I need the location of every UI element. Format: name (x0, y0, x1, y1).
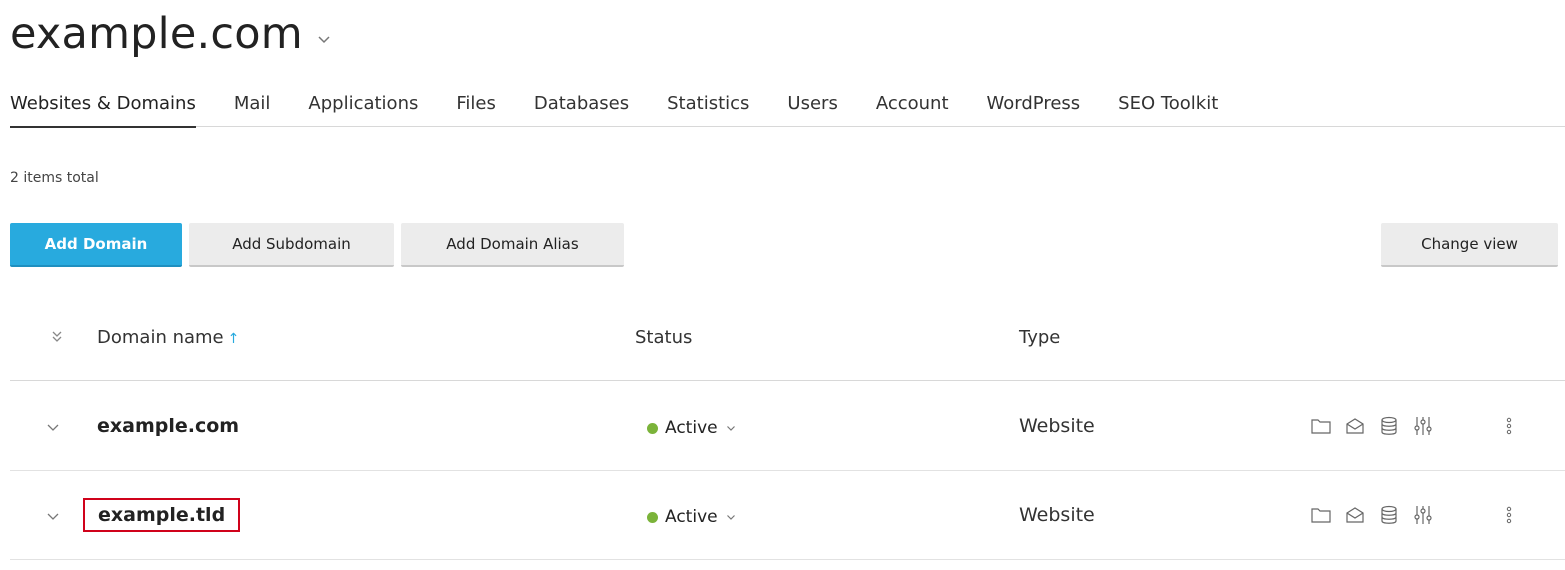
database-icon[interactable] (1378, 415, 1400, 437)
database-icon[interactable] (1378, 504, 1400, 526)
row-actions (1310, 415, 1446, 437)
table-row: example.com Active Website (10, 382, 1565, 471)
tab-account[interactable]: Account (876, 86, 949, 127)
more-vertical-icon[interactable] (1503, 415, 1515, 437)
status-dropdown[interactable]: Active (647, 418, 736, 438)
tab-wordpress[interactable]: WordPress (987, 86, 1081, 127)
table-header: Domain name ↑ Status Type (10, 305, 1565, 381)
mail-icon[interactable] (1344, 504, 1366, 526)
column-header-domain-label: Domain name (97, 327, 224, 348)
tab-users[interactable]: Users (787, 86, 837, 127)
status-active-dot (647, 511, 658, 523)
chevron-down-icon[interactable] (46, 420, 60, 434)
domain-link[interactable]: example.tld (83, 498, 241, 532)
status-dropdown[interactable]: Active (647, 507, 736, 527)
chevron-down-icon (726, 515, 735, 520)
page: example.com Websites & Domains Mail Appl… (0, 0, 1565, 570)
column-header-status[interactable]: Status (635, 327, 692, 348)
chevron-down-icon[interactable] (317, 32, 331, 46)
page-title: example.com (10, 9, 303, 59)
tab-mail[interactable]: Mail (234, 86, 271, 127)
tab-statistics[interactable]: Statistics (667, 86, 749, 127)
change-view-button[interactable]: Change view (1381, 223, 1558, 267)
tab-databases[interactable]: Databases (534, 86, 629, 127)
settings-sliders-icon[interactable] (1412, 415, 1434, 437)
type-value: Website (1019, 415, 1095, 437)
items-total: 2 items total (10, 170, 99, 186)
add-domain-alias-button[interactable]: Add Domain Alias (401, 223, 624, 267)
tab-websites-domains[interactable]: Websites & Domains (10, 86, 196, 128)
status-label: Active (665, 418, 718, 438)
more-vertical-icon[interactable] (1503, 504, 1515, 526)
table-row: example.tld Active Website (10, 471, 1565, 560)
main-tabs: Websites & Domains Mail Applications Fil… (10, 86, 1565, 128)
tab-applications[interactable]: Applications (308, 86, 418, 127)
sort-ascending-icon: ↑ (227, 331, 240, 347)
status-label: Active (665, 507, 718, 527)
folder-icon[interactable] (1310, 504, 1332, 526)
expand-all-icon[interactable] (49, 329, 65, 345)
column-header-type[interactable]: Type (1019, 327, 1060, 348)
type-value: Website (1019, 504, 1095, 526)
chevron-down-icon (726, 426, 735, 431)
row-actions (1310, 504, 1446, 526)
chevron-down-icon[interactable] (46, 509, 60, 523)
add-subdomain-button[interactable]: Add Subdomain (189, 223, 394, 267)
tab-seo-toolkit[interactable]: SEO Toolkit (1118, 86, 1218, 127)
folder-icon[interactable] (1310, 415, 1332, 437)
settings-sliders-icon[interactable] (1412, 504, 1434, 526)
title-row: example.com (10, 6, 331, 62)
status-active-dot (647, 422, 658, 434)
tab-files[interactable]: Files (456, 86, 496, 127)
domain-link[interactable]: example.com (97, 415, 239, 437)
column-header-domain[interactable]: Domain name ↑ (97, 327, 239, 348)
add-domain-button[interactable]: Add Domain (10, 223, 182, 267)
mail-icon[interactable] (1344, 415, 1366, 437)
